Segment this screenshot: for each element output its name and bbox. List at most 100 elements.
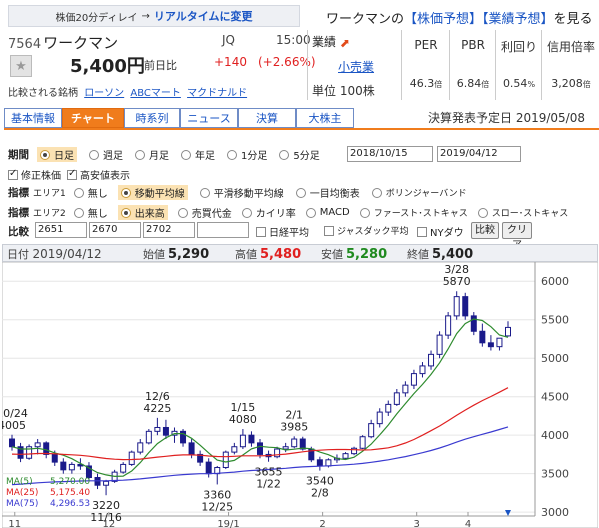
radio-icon[interactable] — [181, 149, 191, 160]
candle-body — [60, 461, 67, 471]
date-from-input[interactable]: 2018/10/15 — [347, 146, 433, 162]
radio-icon[interactable] — [199, 187, 210, 198]
candle-body — [445, 315, 452, 336]
radio-icon[interactable] — [227, 149, 237, 160]
ind1-bollinger[interactable]: ボリンジャーバンド — [371, 186, 467, 199]
adjust-row: 修正株価 高安値表示 — [8, 167, 130, 182]
earnings-label: 業績 — [312, 35, 337, 49]
earnings-forecast-link[interactable]: 【業績予想】 — [482, 12, 554, 27]
radio-icon[interactable] — [120, 187, 131, 198]
ind2-turnover[interactable]: 売買代金 — [177, 205, 232, 220]
favorite-star-icon[interactable]: ★ — [10, 55, 32, 77]
radio-icon[interactable] — [305, 207, 316, 218]
radio-icon[interactable] — [295, 187, 306, 198]
area2-label: エリア2 — [33, 209, 66, 219]
stat-yield: 利回り 0.54% — [495, 30, 542, 100]
annotation-value: 4225 — [143, 402, 171, 415]
candle-body — [162, 426, 169, 436]
candle-body — [51, 453, 58, 463]
compare-link-abcmart[interactable]: ABCマート — [130, 88, 181, 99]
realtime-link[interactable]: リアルタイムに変更 — [154, 8, 253, 24]
ind2-macd[interactable]: MACD — [305, 207, 350, 218]
sector-link[interactable]: 小売業 — [338, 58, 374, 75]
tab-shareholders[interactable]: 大株主 — [296, 108, 354, 128]
radio-icon[interactable] — [89, 149, 99, 160]
price-forecast-link[interactable]: 【株価予想】 — [404, 12, 482, 27]
indicator2-row: 指標 エリア2 無し 出来高 売買代金 カイリ率 MACD ファースト･ストキャ… — [8, 205, 568, 220]
forecast-links: ワークマンの【株価予想】【業績予想】を見る — [326, 8, 593, 27]
highlow-checkbox[interactable] — [67, 168, 77, 180]
candle-body — [419, 365, 426, 375]
compare-check-jasdaq[interactable]: ジャスダック平均 — [324, 224, 409, 237]
tab-chart[interactable]: チャート — [62, 108, 124, 128]
market: JQ — [222, 33, 235, 47]
legend-value: 4,296.53 — [50, 499, 90, 509]
compare-code-3[interactable]: 2702 — [143, 222, 195, 238]
highlow-label: 高安値表示 — [80, 171, 130, 182]
candle-body — [393, 392, 400, 405]
candle-body — [68, 463, 75, 471]
up-arrow-icon: ⬈ — [339, 36, 350, 50]
ind2-slow-stoch[interactable]: スロー･ストキャス — [477, 206, 568, 219]
compare-code-1[interactable]: 2651 — [35, 222, 87, 238]
arrow-icon: → — [141, 10, 150, 22]
ind1-ichimoku[interactable]: 一目均衡表 — [295, 185, 360, 200]
compare-button[interactable]: 比較 — [471, 222, 499, 239]
candle-body — [479, 330, 486, 344]
candle-body — [43, 442, 50, 455]
tab-time-series[interactable]: 時系列 — [124, 108, 180, 128]
checkbox-icon[interactable] — [324, 225, 334, 236]
candle-body — [154, 426, 161, 432]
y-tick-label: 6000 — [541, 275, 569, 288]
compare-link-mcdonalds[interactable]: マクドナルド — [187, 88, 247, 99]
adjust-checkbox[interactable] — [8, 168, 18, 180]
checkbox-icon[interactable] — [417, 226, 427, 237]
price-change: +140 — [214, 55, 247, 69]
company-label: ワークマンの — [326, 12, 405, 27]
checkbox-icon[interactable] — [256, 226, 266, 237]
price-chart[interactable]: 300035004000450050005500600010/244005322… — [2, 262, 598, 528]
compare-check-nydow[interactable]: NYダウ — [417, 224, 464, 239]
period-daily[interactable]: 日足 — [37, 147, 77, 162]
tab-earnings[interactable]: 決算 — [238, 108, 296, 128]
ind2-fast-stoch[interactable]: ファースト･ストキャス — [359, 206, 468, 219]
period-5min[interactable]: 5分足 — [279, 147, 320, 162]
radio-icon[interactable] — [73, 207, 84, 218]
earnings-indicator[interactable]: 業績 ⬈ — [312, 33, 352, 50]
radio-icon[interactable] — [241, 207, 252, 218]
legend-name: MA(5) — [6, 477, 33, 487]
radio-icon[interactable] — [371, 187, 382, 198]
compare-link-lawson[interactable]: ローソン — [84, 88, 124, 99]
ind1-none[interactable]: 無し — [73, 185, 108, 200]
ind2-volume[interactable]: 出来高 — [117, 205, 168, 220]
period-monthly[interactable]: 月足 — [135, 147, 169, 162]
period-weekly[interactable]: 週足 — [89, 147, 123, 162]
period-yearly[interactable]: 年足 — [181, 147, 215, 162]
radio-icon[interactable] — [73, 187, 84, 198]
radio-icon[interactable] — [279, 149, 290, 160]
ind1-ema[interactable]: 平滑移動平均線 — [199, 185, 284, 200]
radio-icon[interactable] — [359, 207, 370, 218]
stats-panel: PER 46.3倍 PBR 6.84倍 利回り 0.54% 信用倍率 3,208倍 — [401, 30, 599, 101]
compare-check-nikkei[interactable]: 日経平均 — [256, 224, 309, 239]
radio-icon[interactable] — [477, 207, 488, 218]
area1-label: エリア1 — [33, 189, 66, 199]
ind2-none[interactable]: 無し — [73, 205, 108, 220]
stat-value: 3,208倍 — [551, 77, 591, 90]
radio-icon[interactable] — [135, 149, 145, 160]
radio-icon[interactable] — [120, 207, 131, 218]
compare-code-2[interactable]: 2670 — [89, 222, 141, 238]
clear-button[interactable]: クリア — [502, 222, 532, 251]
tab-basic-info[interactable]: 基本情報 — [4, 108, 62, 128]
date-to-input[interactable]: 2019/04/12 — [437, 146, 521, 162]
radio-icon[interactable] — [177, 207, 188, 218]
candle-body — [342, 453, 349, 459]
ind1-sma[interactable]: 移動平均線 — [117, 185, 188, 200]
delay-notice: 株価20分ディレイ → リアルタイムに変更 — [8, 5, 300, 27]
radio-icon[interactable] — [40, 149, 50, 160]
x-tick-label: 19/1 — [217, 519, 239, 528]
tab-news[interactable]: ニュース — [180, 108, 238, 128]
ind2-deviation[interactable]: カイリ率 — [241, 205, 296, 220]
period-1min[interactable]: 1分足 — [227, 147, 267, 162]
compare-code-4[interactable] — [197, 222, 249, 238]
